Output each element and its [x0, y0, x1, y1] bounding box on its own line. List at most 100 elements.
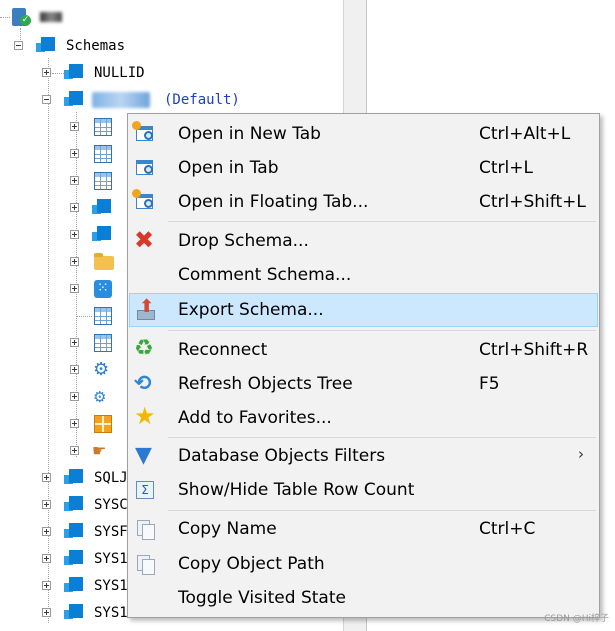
schema-row-nullid[interactable]: NULLID: [42, 62, 242, 84]
default-schema-tag: (Default): [164, 92, 240, 108]
menu-item-label: Copy Object Path: [178, 554, 325, 574]
folder-icon: [94, 253, 114, 270]
tree-item-aliases[interactable]: [70, 197, 130, 219]
open-new-tab-icon: [132, 121, 156, 145]
expand-toggle-icon[interactable]: [70, 338, 79, 347]
menu-item-open-in-new-tab[interactable]: Open in New Tab Ctrl+Alt+L: [129, 117, 598, 151]
sequence-icon: [94, 277, 112, 299]
table-icon: [94, 118, 112, 136]
menu-item-label: Open in Floating Tab...: [178, 192, 369, 212]
submenu-chevron-right-icon: ›: [578, 445, 584, 463]
menu-item-database-objects-filters[interactable]: ▼ Database Objects Filters ›: [129, 439, 598, 473]
schema-group-icon: [36, 36, 56, 56]
menu-separator: [168, 221, 596, 222]
menu-item-open-in-tab[interactable]: Open in Tab Ctrl+L: [129, 151, 598, 185]
schema-row-default[interactable]: (Default): [42, 89, 302, 111]
schema-label: SYSC: [94, 497, 128, 513]
schema-icon: [64, 549, 84, 569]
index-icon: [94, 307, 112, 325]
menu-item-copy-name[interactable]: Copy Name Ctrl+C: [129, 512, 598, 546]
menu-item-drop-schema[interactable]: ✖ Drop Schema...: [129, 224, 598, 258]
menu-separator: [168, 330, 596, 331]
tree-item-tablespaces[interactable]: [70, 251, 130, 273]
expand-toggle-icon[interactable]: [70, 230, 79, 239]
menu-separator: [168, 437, 596, 438]
expand-toggle-icon[interactable]: [70, 122, 79, 131]
menu-item-add-to-favorites[interactable]: ★ Add to Favorites...: [129, 401, 598, 435]
copy-path-icon: [134, 553, 156, 575]
menu-item-refresh-objects-tree[interactable]: ⟲ Refresh Objects Tree F5: [129, 367, 598, 401]
schema-label: SQLJ: [94, 470, 128, 486]
schema-row-sqlj[interactable]: SQLJ: [42, 467, 132, 489]
tree-item-mqts[interactable]: [70, 332, 130, 354]
expand-toggle-icon[interactable]: [70, 176, 79, 185]
menu-item-shortcut: Ctrl+Shift+L: [479, 192, 586, 212]
watermark: CSDN @Hi梓子: [544, 614, 609, 624]
reconnect-icon: ♻: [134, 336, 154, 361]
expand-toggle-icon[interactable]: [42, 554, 51, 563]
procedure-gear-icon: ⚙: [93, 359, 110, 380]
menu-item-show-hide-row-count[interactable]: Σ Show/Hide Table Row Count: [129, 473, 598, 507]
schema-row-sys2[interactable]: SYS1: [42, 575, 132, 597]
tree-item-triggers[interactable]: ☛: [70, 440, 130, 462]
refresh-icon: ⟲: [134, 371, 152, 395]
menu-item-label: Copy Name: [178, 519, 277, 539]
tree-item-functions[interactable]: ⚙: [70, 386, 130, 408]
menu-item-copy-object-path[interactable]: Copy Object Path: [129, 547, 598, 581]
tree-item-modules[interactable]: [70, 413, 130, 435]
menu-item-open-in-floating-tab[interactable]: Open in Floating Tab... Ctrl+Shift+L: [129, 185, 598, 219]
expand-toggle-icon[interactable]: [42, 608, 51, 617]
menu-separator: [168, 510, 596, 511]
schema-label: SYS1: [94, 578, 128, 594]
menu-item-label: Drop Schema...: [178, 231, 309, 251]
tree-item-tables[interactable]: [70, 116, 130, 138]
tree-item-sequences[interactable]: [70, 277, 130, 300]
expand-toggle-icon[interactable]: [70, 365, 79, 374]
menu-item-comment-schema[interactable]: Comment Schema...: [129, 258, 598, 292]
row-count-icon: Σ: [134, 479, 156, 501]
alias-icon: [92, 198, 112, 218]
expand-toggle-icon[interactable]: [70, 392, 79, 401]
expand-toggle-icon[interactable]: [70, 419, 79, 428]
schema-row-sys1[interactable]: SYS1: [42, 548, 132, 570]
filter-icon: ▼: [135, 443, 152, 468]
expand-toggle-icon[interactable]: [70, 257, 79, 266]
schemas-label: Schemas: [66, 38, 126, 54]
expand-toggle-icon[interactable]: [70, 203, 79, 212]
materialized-table-icon: [94, 172, 112, 190]
tree-item-nicknames[interactable]: [70, 224, 130, 246]
expand-toggle-icon[interactable]: [70, 149, 79, 158]
schemas-folder-row[interactable]: Schemas: [14, 35, 214, 57]
menu-item-shortcut: F5: [479, 374, 500, 394]
collapse-toggle-icon[interactable]: [42, 95, 51, 104]
schema-row-sys3[interactable]: SYS1: [42, 602, 132, 624]
menu-item-toggle-visited-state[interactable]: Toggle Visited State: [129, 581, 598, 615]
expand-toggle-icon[interactable]: [70, 284, 79, 293]
schema-icon: [64, 90, 84, 110]
schema-label: SYSF: [94, 524, 128, 540]
menu-item-label: Refresh Objects Tree: [178, 374, 353, 394]
tree-item-views[interactable]: [70, 143, 130, 165]
menu-item-shortcut: Ctrl+Alt+L: [479, 124, 571, 144]
menu-item-label: Reconnect: [178, 340, 268, 360]
expand-toggle-icon[interactable]: [42, 581, 51, 590]
copy-icon: [134, 518, 156, 540]
schema-label: NULLID: [94, 65, 145, 81]
expand-toggle-icon[interactable]: [42, 500, 51, 509]
menu-item-label: Comment Schema...: [178, 265, 352, 285]
menu-item-export-schema[interactable]: ⬆ Export Schema...: [129, 293, 598, 327]
schema-row-sysf[interactable]: SYSF: [42, 521, 132, 543]
menu-item-label: Toggle Visited State: [178, 588, 346, 608]
connection-root-row[interactable]: [10, 6, 110, 28]
redacted-schema-name: [92, 92, 150, 108]
expand-toggle-icon[interactable]: [42, 68, 51, 77]
expand-toggle-icon[interactable]: [42, 527, 51, 536]
tree-item-procedures[interactable]: ⚙: [70, 359, 130, 381]
expand-toggle-icon[interactable]: [70, 446, 79, 455]
expand-toggle-icon[interactable]: [42, 473, 51, 482]
tree-item-indexes[interactable]: [70, 305, 130, 327]
schema-row-sysc[interactable]: SYSC: [42, 494, 132, 516]
tree-item-mqt[interactable]: [70, 170, 130, 192]
menu-item-reconnect[interactable]: ♻ Reconnect Ctrl+Shift+R: [129, 333, 598, 367]
collapse-toggle-icon[interactable]: [14, 41, 23, 50]
